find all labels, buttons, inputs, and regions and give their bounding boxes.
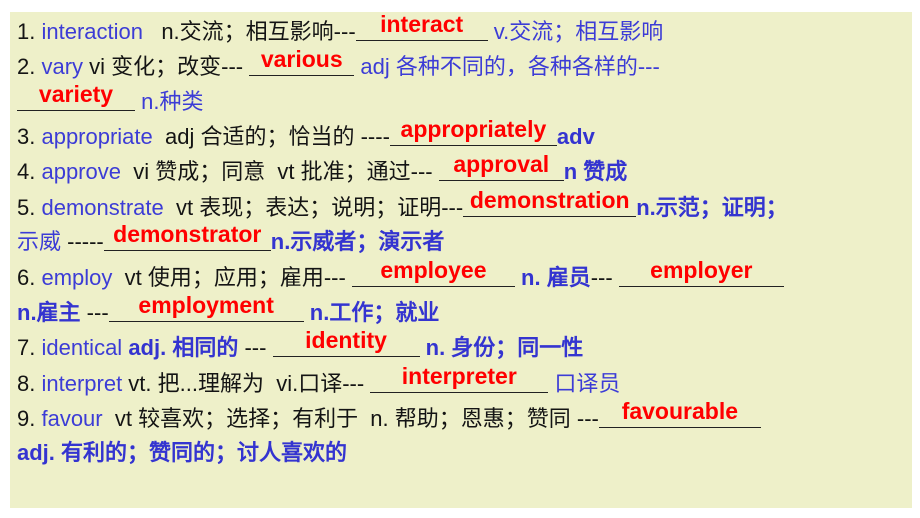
line-text: n. 身份；同一性 [419,335,584,360]
line-text: n.交流；相互影响--- [142,19,356,44]
answer-text: appropriately [400,116,547,142]
answer-text: favourable [621,398,739,424]
line-text: adj. 有利的；赞同的；讨人喜欢的 [17,440,348,465]
line-text: demonstrate [41,195,164,220]
line-text: --- [244,335,273,360]
line-text: appropriate [41,124,153,149]
line-text: 1. [17,19,42,44]
line-text: favour [41,406,103,431]
vocab-line: 9. favour vt 较喜欢；选择；有利于 n. 帮助；恩惠；赞同 --- f… [17,398,761,433]
answer-text: employment [138,292,274,318]
line-text: 5. [17,195,42,220]
line-text: 口译员 [548,371,621,396]
answer-text: identity [305,327,387,353]
vocab-line: adj. 有利的；赞同的；讨人喜欢的 [17,438,347,468]
line-text: 3. [17,124,42,149]
answer-blank: demonstrator [103,221,271,251]
vocab-line: 1. interaction n.交流；相互影响--- interact v.交流… [17,11,664,46]
vocab-line: 7. identical adj. 相同的 --- identity n. 身份… [17,327,584,362]
line-text: n.工作；就业 [303,300,440,325]
line-text: --- [86,300,109,325]
line-text: adv [556,124,595,149]
line-text: 7. [17,335,42,360]
answer-text: interact [380,11,464,37]
line-text: adj 合适的；恰当的 ---- [152,124,390,149]
answer-text: employee [380,257,487,283]
line-text: interpret [41,371,123,396]
line-text: identical [41,335,129,360]
vocab-line: n.雇主 --- employment n.工作；就业 [17,292,440,327]
line-text: 4. [17,159,42,184]
answer-blank: variety [17,81,135,111]
answer-blank: employee [351,257,515,287]
vocab-line: 6. employ vt 使用；应用；雇用--- employee n. 雇员-… [17,257,784,292]
answer-text: demonstration [469,187,630,213]
vocab-line: 8. interpret vt. 把...理解为 vi.口译--- interp… [17,363,621,398]
line-text: vt 较喜欢；选择；有利于 n. 帮助；恩惠；赞同 --- [102,406,599,431]
line-text: 6. [17,265,42,290]
line-text: interaction [41,19,143,44]
answer-blank: approval [438,151,564,181]
line-text: n.示威者；演示者 [270,229,445,254]
vocab-line: 2. vary vi 变化；改变--- various adj 各种不同的，各种… [17,46,660,81]
answer-blank: favourable [598,398,761,428]
line-text: adj 各种不同的，各种各样的--- [354,54,660,79]
line-text: n 赞成 [563,159,628,184]
line-text: 9. [17,406,42,431]
answer-blank: employer [618,257,784,287]
line-text: vt 表现；表达；说明；证明--- [163,195,464,220]
vocab-line: 5. demonstrate vt 表现；表达；说明；证明--- demonstr… [17,187,788,222]
line-text: n.种类 [135,89,204,114]
line-text: vt. 把...理解为 vi.口译--- [122,371,371,396]
line-text: 2. [17,54,42,79]
line-text: n.雇主 [17,300,87,325]
line-text: n. 雇员 [514,265,591,290]
answer-blank: demonstration [463,187,637,217]
slide: 1. interaction n.交流；相互影响--- interact v.交流… [10,11,912,508]
answer-text: interpreter [401,363,517,389]
line-text: ----- [67,229,104,254]
vocab-line: 3. appropriate adj 合适的；恰当的 ---- appropria… [17,116,595,151]
line-text: vi 赞成；同意 vt 批准；通过--- [120,159,439,184]
line-text: vi 变化；改变--- [83,54,250,79]
line-text: employ [41,265,113,290]
vocab-line: 示威 ----- demonstrator n.示威者；演示者 [17,221,445,256]
answer-blank: interpreter [370,363,549,393]
answer-blank: identity [272,327,420,357]
answer-blank: interact [355,11,488,41]
vocab-line: variety n.种类 [17,81,204,116]
answer-text: approval [453,151,550,177]
line-text: 8. [17,371,42,396]
line-text: v.交流；相互影响 [487,19,664,44]
answer-text: demonstrator [113,221,262,247]
answer-blank: employment [108,292,304,322]
answer-text: employer [650,257,753,283]
line-text: vary [41,54,84,79]
vocab-line: 4. approve vi 赞成；同意 vt 批准；通过--- approval… [17,151,628,186]
answer-blank: appropriately [389,116,557,146]
answer-text: various [260,46,343,72]
line-text: --- [590,265,619,290]
line-text: vt 使用；应用；雇用--- [112,265,352,290]
line-text: 示威 [17,229,68,254]
line-text: adj. 相同的 [128,335,245,360]
line-text: n.示范；证明； [636,195,788,220]
answer-blank: various [249,46,355,76]
line-text: approve [41,159,121,184]
answer-text: variety [38,81,114,107]
